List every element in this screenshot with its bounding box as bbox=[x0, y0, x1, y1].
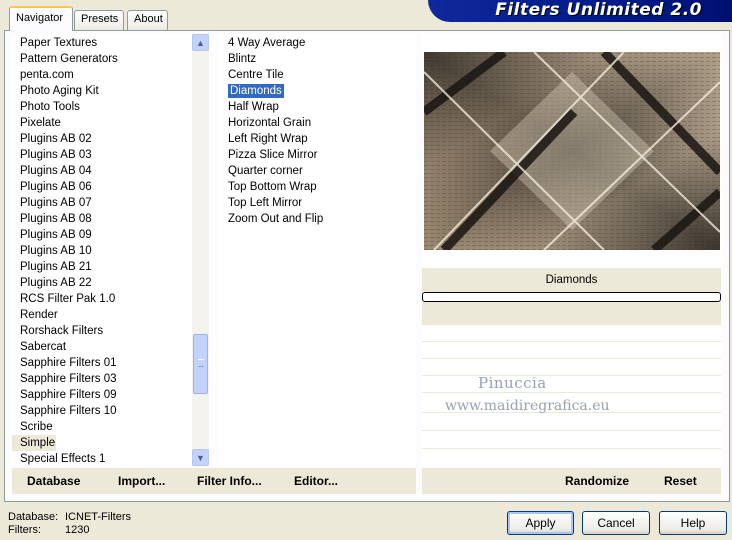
filter-item[interactable]: Blintz bbox=[218, 51, 416, 67]
filter-item[interactable]: Zoom Out and Flip bbox=[218, 211, 416, 227]
category-item[interactable]: Paper Textures bbox=[12, 35, 210, 51]
filter-item-label: 4 Way Average bbox=[228, 37, 306, 49]
category-item[interactable]: Scribe bbox=[12, 419, 210, 435]
filter-item-label: Left Right Wrap bbox=[228, 133, 308, 145]
preview-button-row: Randomize Reset bbox=[422, 468, 721, 494]
watermark-url: www.maidiregrafica.eu bbox=[445, 398, 610, 414]
list-button-row: Database Import... Filter Info... Editor… bbox=[12, 468, 416, 494]
tab-navigator[interactable]: Navigator bbox=[9, 6, 73, 31]
category-item[interactable]: Render bbox=[12, 307, 210, 323]
filter-item[interactable]: Diamonds bbox=[218, 83, 416, 99]
category-item[interactable]: Plugins AB 22 bbox=[12, 275, 210, 291]
cancel-button[interactable]: Cancel bbox=[582, 511, 650, 535]
category-item[interactable]: Plugins AB 08 bbox=[12, 211, 210, 227]
filter-item-label: Centre Tile bbox=[228, 69, 284, 81]
filter-name-label: Diamonds bbox=[422, 268, 721, 292]
category-scrollbar[interactable]: ▲ ▼ bbox=[192, 34, 209, 466]
tab-about[interactable]: About bbox=[127, 10, 168, 30]
filter-item[interactable]: Quarter corner bbox=[218, 163, 416, 179]
editor-button[interactable]: Editor... bbox=[294, 474, 338, 488]
filter-list[interactable]: 4 Way Average Blintz Centre Tile Diamonds Ha… bbox=[218, 34, 416, 466]
category-item[interactable]: penta.com bbox=[12, 67, 210, 83]
category-item[interactable]: Plugins AB 06 bbox=[12, 179, 210, 195]
filter-item-label: Blintz bbox=[228, 53, 257, 65]
filter-item-label: Diamonds bbox=[227, 83, 285, 99]
scroll-up-icon[interactable]: ▲ bbox=[192, 34, 209, 51]
title-banner: Filters Unlimited 2.0 bbox=[428, 0, 732, 22]
filter-item[interactable]: 4 Way Average bbox=[218, 35, 416, 51]
filter-info-button[interactable]: Filter Info... bbox=[197, 474, 262, 488]
database-label: Database: bbox=[8, 511, 59, 523]
filter-item-label: Quarter corner bbox=[228, 165, 303, 177]
category-item[interactable]: Pattern Generators bbox=[12, 51, 210, 67]
tab-presets[interactable]: Presets bbox=[74, 10, 124, 30]
watermark-name: Pinuccia bbox=[478, 374, 547, 392]
category-item[interactable]: Rorshack Filters bbox=[12, 323, 210, 339]
category-item[interactable]: Plugins AB 03 bbox=[12, 147, 210, 163]
database-value: ICNET-Filters bbox=[65, 511, 131, 523]
category-item[interactable]: Photo Aging Kit bbox=[12, 83, 210, 99]
category-item[interactable]: RCS Filter Pak 1.0 bbox=[12, 291, 210, 307]
filters-count-value: 1230 bbox=[65, 524, 90, 536]
category-list[interactable]: Paper Textures Pattern Generators penta.co… bbox=[12, 34, 210, 466]
filter-item-label: Pizza Slice Mirror bbox=[228, 149, 318, 161]
reset-button[interactable]: Reset bbox=[664, 474, 697, 488]
category-item[interactable]: Photo Tools bbox=[12, 99, 210, 115]
filter-item[interactable]: Pizza Slice Mirror bbox=[218, 147, 416, 163]
filter-item-label: Zoom Out and Flip bbox=[228, 213, 324, 225]
category-item[interactable]: Plugins AB 10 bbox=[12, 243, 210, 259]
category-item[interactable]: Special Effects 1 bbox=[12, 451, 210, 467]
filter-item[interactable]: Half Wrap bbox=[218, 99, 416, 115]
scrollbar-thumb[interactable] bbox=[193, 334, 208, 394]
filter-item[interactable]: Left Right Wrap bbox=[218, 131, 416, 147]
filter-item-label: Top Left Mirror bbox=[228, 197, 303, 209]
apply-button[interactable]: Apply bbox=[507, 511, 574, 535]
progress-bar bbox=[422, 292, 721, 302]
parameter-header bbox=[422, 302, 721, 324]
category-item[interactable]: Sabercat bbox=[12, 339, 210, 355]
category-item[interactable]: Plugins AB 21 bbox=[12, 259, 210, 275]
filter-item-label: Half Wrap bbox=[228, 101, 279, 113]
database-button[interactable]: Database bbox=[27, 474, 80, 488]
randomize-button[interactable]: Randomize bbox=[565, 474, 629, 488]
filter-item[interactable]: Centre Tile bbox=[218, 67, 416, 83]
category-item[interactable]: Plugins AB 04 bbox=[12, 163, 210, 179]
category-item[interactable]: Sapphire Filters 09 bbox=[12, 387, 210, 403]
filter-item-label: Horizontal Grain bbox=[228, 117, 312, 129]
banner-title: Filters Unlimited 2.0 bbox=[495, 0, 702, 20]
import-button[interactable]: Import... bbox=[118, 474, 165, 488]
help-button[interactable]: Help bbox=[659, 511, 727, 535]
category-item[interactable]: Sapphire Filters 01 bbox=[12, 355, 210, 371]
filter-item[interactable]: Horizontal Grain bbox=[218, 115, 416, 131]
preview-image bbox=[424, 52, 720, 250]
filter-item-label: Top Bottom Wrap bbox=[228, 181, 317, 193]
filter-item[interactable]: Top Bottom Wrap bbox=[218, 179, 416, 195]
scroll-down-icon[interactable]: ▼ bbox=[192, 449, 209, 466]
category-item[interactable]: Plugins AB 09 bbox=[12, 227, 210, 243]
category-item[interactable]: Sapphire Filters 03 bbox=[12, 371, 210, 387]
category-item[interactable]: Plugins AB 07 bbox=[12, 195, 210, 211]
category-item[interactable]: Simple bbox=[12, 435, 56, 451]
category-item[interactable]: Plugins AB 02 bbox=[12, 131, 210, 147]
filter-item[interactable]: Top Left Mirror bbox=[218, 195, 416, 211]
category-item[interactable]: Sapphire Filters 10 bbox=[12, 403, 210, 419]
category-item[interactable]: Pixelate bbox=[12, 115, 210, 131]
filters-count-label: Filters: bbox=[8, 524, 41, 536]
